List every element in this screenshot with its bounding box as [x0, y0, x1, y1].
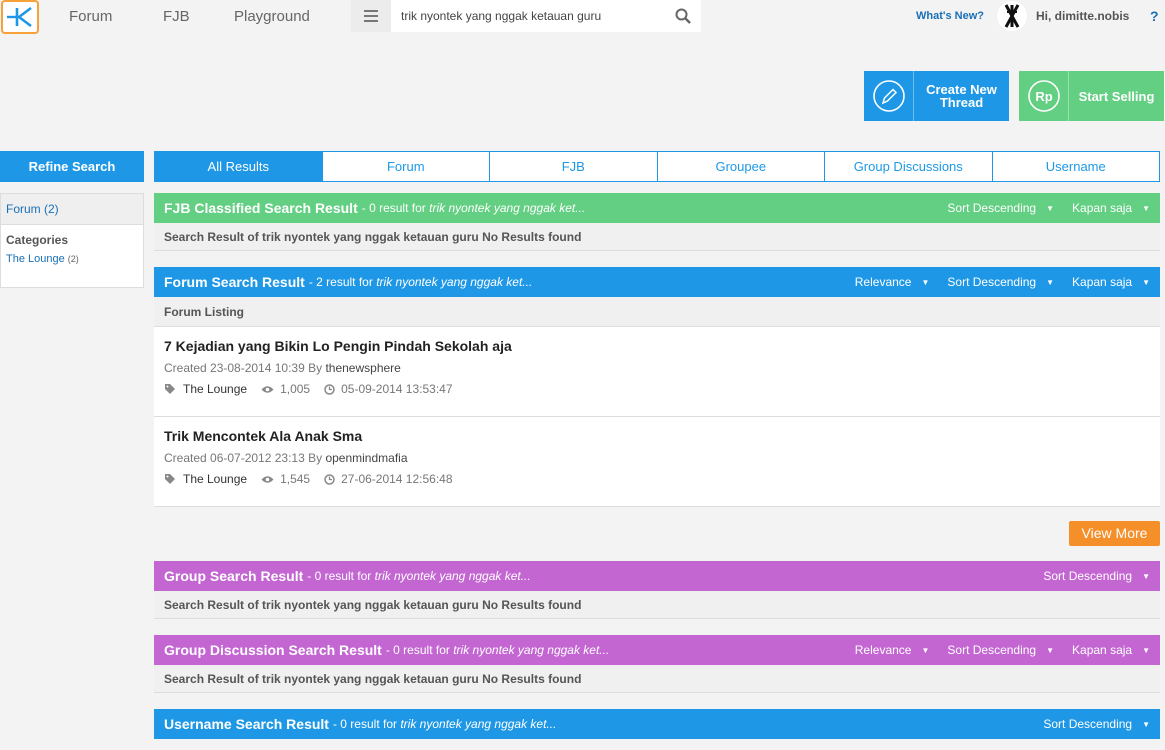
tab-all-results[interactable]: All Results [155, 152, 322, 181]
caret-down-icon: ▼ [1142, 719, 1150, 729]
thread-category[interactable]: The Lounge [164, 472, 247, 486]
fjb-section-header: FJB Classified Search Result - 0 result … [154, 193, 1160, 223]
refine-search-header: Refine Search [0, 151, 144, 182]
thread-title-link[interactable]: Trik Mencontek Ala Anak Sma [164, 428, 1150, 444]
start-selling-button[interactable]: Rp Start Selling [1019, 71, 1164, 121]
caret-down-icon: ▼ [1046, 203, 1055, 213]
eye-icon [261, 385, 274, 393]
thread-created: Created 06-07-2012 23:13 By openmindmafi… [164, 451, 408, 465]
top-navbar: Forum FJB Playground What's New? Hi, dim… [0, 0, 1165, 41]
username-result-count: - 0 result for trik nyontek yang nggak k… [332, 717, 557, 731]
username-section-title: Username Search Result [164, 716, 329, 732]
category-name: The Lounge [6, 253, 65, 265]
fjb-result-count: - 0 result for trik nyontek yang nggak k… [361, 201, 586, 215]
forum-result-count: - 2 result for trik nyontek yang nggak k… [308, 275, 533, 289]
user-avatar-icon[interactable] [997, 1, 1027, 31]
eye-icon [261, 475, 274, 483]
username-section-header: Username Search Result - 0 result for tr… [154, 709, 1160, 739]
caret-down-icon: ▼ [1142, 277, 1150, 287]
caret-down-icon: ▼ [921, 277, 930, 287]
category-count: (2) [67, 254, 79, 264]
group-no-results: Search Result of trik nyontek yang nggak… [154, 591, 1160, 619]
thread-views: 1,545 [261, 472, 310, 486]
tag-icon [165, 384, 175, 394]
refine-sidebar: Forum (2) Categories The Lounge (2) [0, 193, 144, 288]
caret-down-icon: ▼ [1142, 571, 1150, 581]
thread-category[interactable]: The Lounge [164, 382, 247, 396]
sort-dropdown[interactable]: Sort Descending ▼ [947, 275, 1054, 289]
list-item: Trik Mencontek Ala Anak Sma Created 06-0… [154, 417, 1160, 507]
username-results-section: Username Search Result - 0 result for tr… [154, 709, 1160, 739]
thread-last-post: 05-09-2014 13:53:47 [324, 382, 453, 396]
pencil-icon [864, 71, 914, 121]
group-discussion-results-section: Group Discussion Search Result - 0 resul… [154, 635, 1160, 693]
time-dropdown[interactable]: Kapan saja ▼ [1072, 643, 1150, 657]
search-icon[interactable] [675, 8, 691, 24]
hamburger-menu-icon[interactable] [351, 0, 391, 32]
thread-views: 1,005 [261, 382, 310, 396]
sort-dropdown[interactable]: Sort Descending ▼ [947, 201, 1054, 215]
caret-down-icon: ▼ [1142, 203, 1150, 213]
nav-playground-link[interactable]: Playground [234, 8, 310, 25]
sort-dropdown[interactable]: Sort Descending ▼ [947, 643, 1054, 657]
search-input[interactable] [401, 0, 661, 32]
tab-fjb[interactable]: FJB [489, 152, 657, 181]
group-section-header: Group Search Result - 0 result for trik … [154, 561, 1160, 591]
result-tabs: All Results Forum FJB Groupee Group Disc… [154, 151, 1160, 182]
clock-icon [324, 383, 335, 395]
tab-groupee[interactable]: Groupee [656, 152, 825, 181]
time-dropdown[interactable]: Kapan saja ▼ [1072, 201, 1150, 215]
caret-down-icon: ▼ [1046, 277, 1055, 287]
forum-section-header: Forum Search Result - 2 result for trik … [154, 267, 1160, 297]
help-link[interactable]: ? [1150, 8, 1159, 24]
caret-down-icon: ▼ [1046, 645, 1055, 655]
nav-fjb-link[interactable]: FJB [163, 8, 190, 25]
create-thread-button[interactable]: Create New Thread [864, 71, 1009, 121]
relevance-dropdown[interactable]: Relevance ▼ [855, 643, 930, 657]
rupiah-icon: Rp [1019, 71, 1069, 121]
clock-icon [324, 473, 335, 485]
tab-forum[interactable]: Forum [321, 152, 490, 181]
user-greeting[interactable]: Hi, dimitte.nobis [1036, 9, 1129, 23]
tab-group-discussions[interactable]: Group Discussions [824, 152, 992, 181]
view-more-button[interactable]: View More [1069, 521, 1160, 546]
group-section-title: Group Search Result [164, 568, 304, 584]
group-discussion-section-title: Group Discussion Search Result [164, 642, 382, 658]
group-discussion-result-count: - 0 result for trik nyontek yang nggak k… [385, 643, 610, 657]
group-results-section: Group Search Result - 0 result for trik … [154, 561, 1160, 619]
sort-dropdown[interactable]: Sort Descending ▼ [1043, 717, 1150, 731]
categories-label: Categories [6, 233, 69, 247]
fjb-results-section: FJB Classified Search Result - 0 result … [154, 193, 1160, 251]
sort-dropdown[interactable]: Sort Descending ▼ [1043, 569, 1150, 583]
fjb-section-title: FJB Classified Search Result [164, 200, 358, 216]
fjb-no-results: Search Result of trik nyontek yang nggak… [154, 223, 1160, 251]
time-dropdown[interactable]: Kapan saja ▼ [1072, 275, 1150, 289]
svg-text:Rp: Rp [1035, 89, 1052, 104]
search-bar [351, 0, 701, 32]
forum-section-title: Forum Search Result [164, 274, 305, 290]
group-discussion-section-header: Group Discussion Search Result - 0 resul… [154, 635, 1160, 665]
caret-down-icon: ▼ [921, 645, 930, 655]
tab-username[interactable]: Username [991, 152, 1160, 181]
thread-created: Created 23-08-2014 10:39 By thenewsphere [164, 361, 401, 375]
relevance-dropdown[interactable]: Relevance ▼ [855, 275, 930, 289]
forum-filter-link[interactable]: Forum (2) [1, 194, 143, 225]
group-discussion-no-results: Search Result of trik nyontek yang nggak… [154, 665, 1160, 693]
group-result-count: - 0 result for trik nyontek yang nggak k… [307, 569, 531, 583]
tag-icon [165, 474, 175, 484]
thread-title-link[interactable]: 7 Kejadian yang Bikin Lo Pengin Pindah S… [164, 338, 1150, 354]
thread-last-post: 27-06-2014 12:56:48 [324, 472, 453, 486]
category-filter-the-lounge[interactable]: The Lounge (2) [1, 253, 143, 265]
thread-author-link[interactable]: openmindmafia [325, 451, 407, 465]
forum-listing-label: Forum Listing [154, 297, 1160, 327]
caret-down-icon: ▼ [1142, 645, 1150, 655]
whats-new-link[interactable]: What's New? [916, 10, 984, 22]
start-selling-label: Start Selling [1078, 88, 1155, 104]
nav-forum-link[interactable]: Forum [69, 8, 112, 25]
forum-results-section: Forum Search Result - 2 result for trik … [154, 267, 1160, 507]
thread-author-link[interactable]: thenewsphere [325, 361, 400, 375]
list-item: 7 Kejadian yang Bikin Lo Pengin Pindah S… [154, 327, 1160, 417]
create-thread-label: Create New Thread [926, 82, 997, 110]
kaskus-logo-icon[interactable] [1, 0, 39, 34]
